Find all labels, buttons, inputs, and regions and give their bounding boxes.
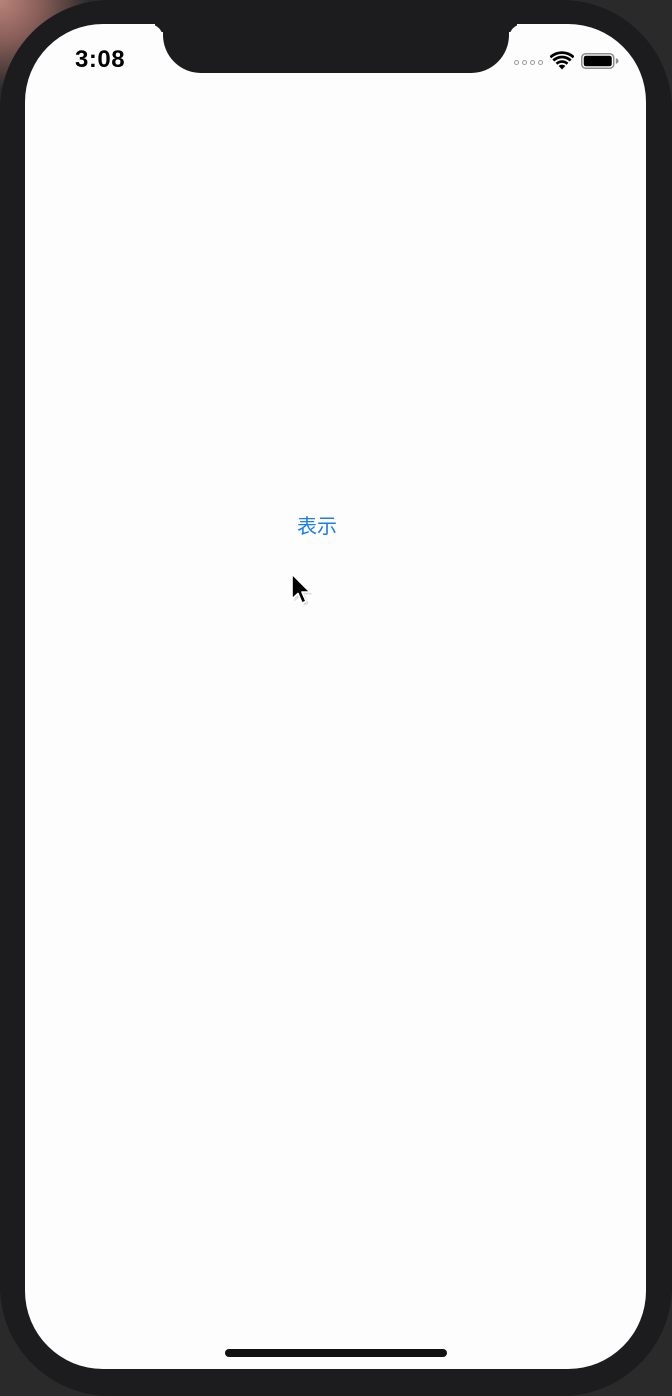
battery-icon bbox=[581, 53, 619, 69]
cellular-dots-icon bbox=[514, 60, 546, 66]
wifi-icon bbox=[550, 51, 574, 70]
home-indicator[interactable] bbox=[225, 1349, 447, 1357]
status-time: 3:08 bbox=[75, 46, 126, 73]
notch bbox=[163, 24, 509, 73]
show-button[interactable]: 表示 bbox=[285, 510, 349, 542]
mouse-cursor-icon bbox=[291, 573, 313, 606]
phone-screen: 3:08 表示 bbox=[25, 24, 646, 1369]
iphone-frame: 3:08 表示 bbox=[0, 0, 672, 1396]
status-icons bbox=[514, 50, 624, 72]
